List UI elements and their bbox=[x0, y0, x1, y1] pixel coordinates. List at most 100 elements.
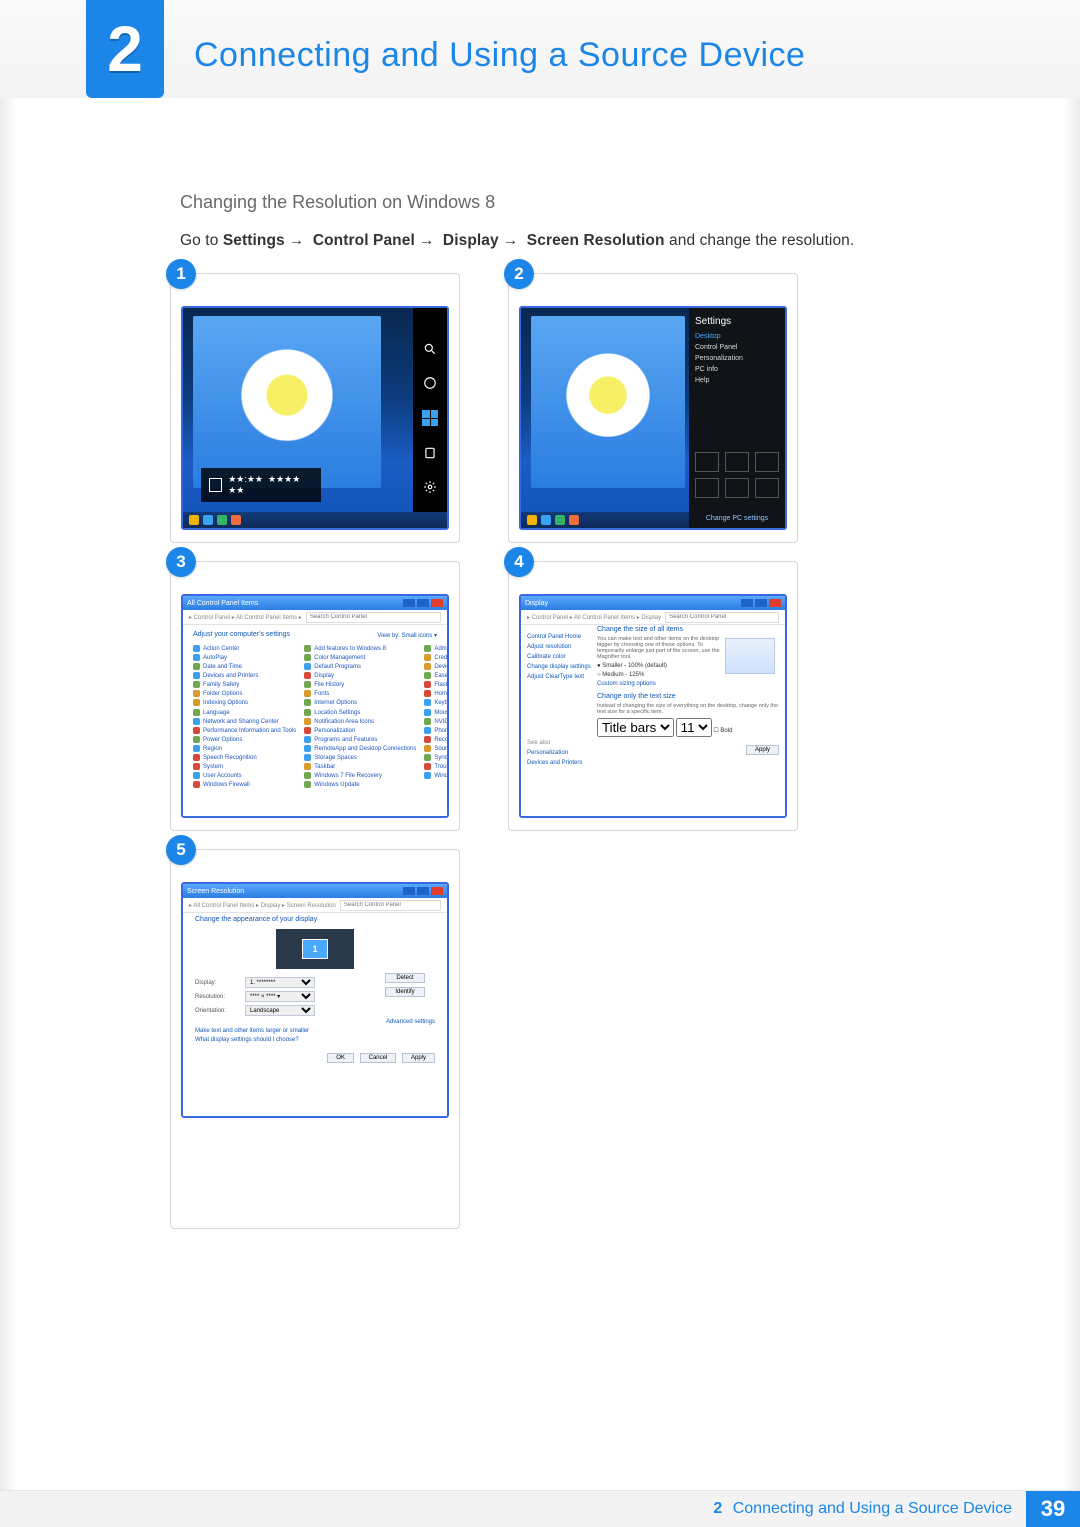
cp-item[interactable]: Phone and Modem bbox=[424, 727, 449, 734]
cp-item[interactable]: Performance Information and Tools bbox=[193, 727, 296, 734]
cp-item[interactable]: Sync Center bbox=[424, 754, 449, 761]
cancel-button[interactable]: Cancel bbox=[360, 1053, 397, 1063]
nav-link[interactable]: Adjust ClearType text bbox=[527, 674, 597, 680]
cp-item[interactable]: NVIDIA Control Panel bbox=[424, 718, 449, 725]
search-input[interactable] bbox=[665, 612, 779, 623]
cp-item[interactable]: Windows Defender bbox=[424, 772, 449, 779]
cp-item[interactable]: Add features to Windows 8 bbox=[304, 645, 416, 652]
cp-item[interactable]: Programs and Features bbox=[304, 736, 416, 743]
size-select[interactable]: 11 bbox=[676, 718, 712, 737]
cp-item[interactable]: Recovery bbox=[424, 736, 449, 743]
apply-button[interactable]: Apply bbox=[746, 745, 779, 755]
help-link[interactable]: What display settings should I choose? bbox=[195, 1037, 435, 1043]
cp-item[interactable]: Windows 7 File Recovery bbox=[304, 772, 416, 779]
cp-item[interactable]: Indexing Options bbox=[193, 699, 296, 706]
search-input[interactable] bbox=[340, 900, 441, 911]
settings-link[interactable]: Personalization bbox=[695, 355, 779, 362]
minimize-icon[interactable] bbox=[403, 887, 415, 895]
maximize-icon[interactable] bbox=[755, 599, 767, 607]
cp-item[interactable]: Windows Firewall bbox=[193, 781, 296, 788]
identify-button[interactable]: Identify bbox=[385, 987, 425, 997]
cp-item[interactable]: File History bbox=[304, 681, 416, 688]
settings-link[interactable]: Help bbox=[695, 377, 779, 384]
text-size-link[interactable]: Make text and other items larger or smal… bbox=[195, 1028, 435, 1034]
search-input[interactable] bbox=[306, 612, 441, 623]
display-select[interactable]: 1. ******** bbox=[245, 977, 315, 988]
cp-item[interactable]: Flash Player (32-bit) bbox=[424, 681, 449, 688]
nav-link[interactable]: Control Panel Home bbox=[527, 634, 597, 640]
search-icon[interactable] bbox=[423, 342, 437, 356]
cp-item[interactable]: Ease of Access Center bbox=[424, 672, 449, 679]
close-icon[interactable] bbox=[769, 599, 781, 607]
cp-item[interactable]: System bbox=[193, 763, 296, 770]
cp-item[interactable]: Date and Time bbox=[193, 663, 296, 670]
cp-item[interactable]: AutoPlay bbox=[193, 654, 296, 661]
cp-item[interactable]: HomeGroup bbox=[424, 690, 449, 697]
cp-item[interactable]: User Accounts bbox=[193, 772, 296, 779]
network-icon[interactable] bbox=[695, 452, 719, 472]
brightness-icon[interactable] bbox=[755, 452, 779, 472]
cp-item[interactable]: Taskbar bbox=[304, 763, 416, 770]
orientation-select[interactable]: Landscape bbox=[245, 1005, 315, 1016]
cp-item[interactable]: Sound bbox=[424, 745, 449, 752]
cp-item[interactable]: Speech Recognition bbox=[193, 754, 296, 761]
cp-item[interactable]: Mouse bbox=[424, 709, 449, 716]
minimize-icon[interactable] bbox=[741, 599, 753, 607]
minimize-icon[interactable] bbox=[403, 599, 415, 607]
cp-item[interactable]: Storage Spaces bbox=[304, 754, 416, 761]
start-icon[interactable] bbox=[422, 410, 438, 426]
custom-sizing-link[interactable]: Custom sizing options bbox=[597, 681, 779, 687]
cp-item[interactable]: Display bbox=[304, 672, 416, 679]
cp-item[interactable]: Color Management bbox=[304, 654, 416, 661]
close-icon[interactable] bbox=[431, 887, 443, 895]
cp-item[interactable]: Device Manager bbox=[424, 663, 449, 670]
devices-icon[interactable] bbox=[423, 446, 437, 460]
maximize-icon[interactable] bbox=[417, 599, 429, 607]
cp-item[interactable]: Location Settings bbox=[304, 709, 416, 716]
change-pc-settings-link[interactable]: Change PC settings bbox=[689, 515, 785, 522]
settings-icon[interactable] bbox=[423, 480, 437, 494]
cp-item[interactable]: Default Programs bbox=[304, 663, 416, 670]
cp-item[interactable]: Windows Update bbox=[304, 781, 416, 788]
cp-item[interactable]: Internet Options bbox=[304, 699, 416, 706]
resolution-select[interactable]: **** × **** ▾ bbox=[245, 991, 315, 1002]
detect-button[interactable]: Detect bbox=[385, 973, 425, 983]
close-icon[interactable] bbox=[431, 599, 443, 607]
cp-item[interactable]: Folder Options bbox=[193, 690, 296, 697]
cp-item[interactable]: Troubleshooting bbox=[424, 763, 449, 770]
cp-item[interactable]: Administrative Tools bbox=[424, 645, 449, 652]
settings-link[interactable]: Control Panel bbox=[695, 344, 779, 351]
cp-item[interactable]: Region bbox=[193, 745, 296, 752]
item-select[interactable]: Title bars bbox=[597, 718, 674, 737]
nav-link[interactable]: Adjust resolution bbox=[527, 644, 597, 650]
bold-checkbox[interactable]: ☐ Bold bbox=[713, 728, 732, 734]
cp-item[interactable]: RemoteApp and Desktop Connections bbox=[304, 745, 416, 752]
apply-button[interactable]: Apply bbox=[402, 1053, 435, 1063]
cp-item[interactable]: Network and Sharing Center bbox=[193, 718, 296, 725]
keyboard-icon[interactable] bbox=[755, 478, 779, 498]
monitor-icon[interactable]: 1 bbox=[302, 939, 328, 959]
settings-link[interactable]: PC info bbox=[695, 366, 779, 373]
advanced-settings-link[interactable]: Advanced settings bbox=[195, 1019, 435, 1025]
cp-item[interactable]: Credential Manager bbox=[424, 654, 449, 661]
cp-item[interactable]: Action Center bbox=[193, 645, 296, 652]
settings-link[interactable]: Desktop bbox=[695, 333, 779, 340]
cp-item[interactable]: Devices and Printers bbox=[193, 672, 296, 679]
nav-link[interactable]: Personalization bbox=[527, 750, 597, 756]
cp-item[interactable]: Notification Area Icons bbox=[304, 718, 416, 725]
ok-button[interactable]: OK bbox=[327, 1053, 354, 1063]
cp-item[interactable]: Keyboard bbox=[424, 699, 449, 706]
maximize-icon[interactable] bbox=[417, 887, 429, 895]
cp-item[interactable]: Family Safety bbox=[193, 681, 296, 688]
cp-item[interactable]: Language bbox=[193, 709, 296, 716]
power-icon[interactable] bbox=[725, 478, 749, 498]
cp-item[interactable]: Personalization bbox=[304, 727, 416, 734]
cp-item[interactable]: Fonts bbox=[304, 690, 416, 697]
nav-link[interactable]: Change display settings bbox=[527, 664, 597, 670]
notifications-icon[interactable] bbox=[695, 478, 719, 498]
share-icon[interactable] bbox=[423, 376, 437, 390]
nav-link[interactable]: Devices and Printers bbox=[527, 760, 597, 766]
cp-item[interactable]: Power Options bbox=[193, 736, 296, 743]
nav-link[interactable]: Calibrate color bbox=[527, 654, 597, 660]
volume-icon[interactable] bbox=[725, 452, 749, 472]
